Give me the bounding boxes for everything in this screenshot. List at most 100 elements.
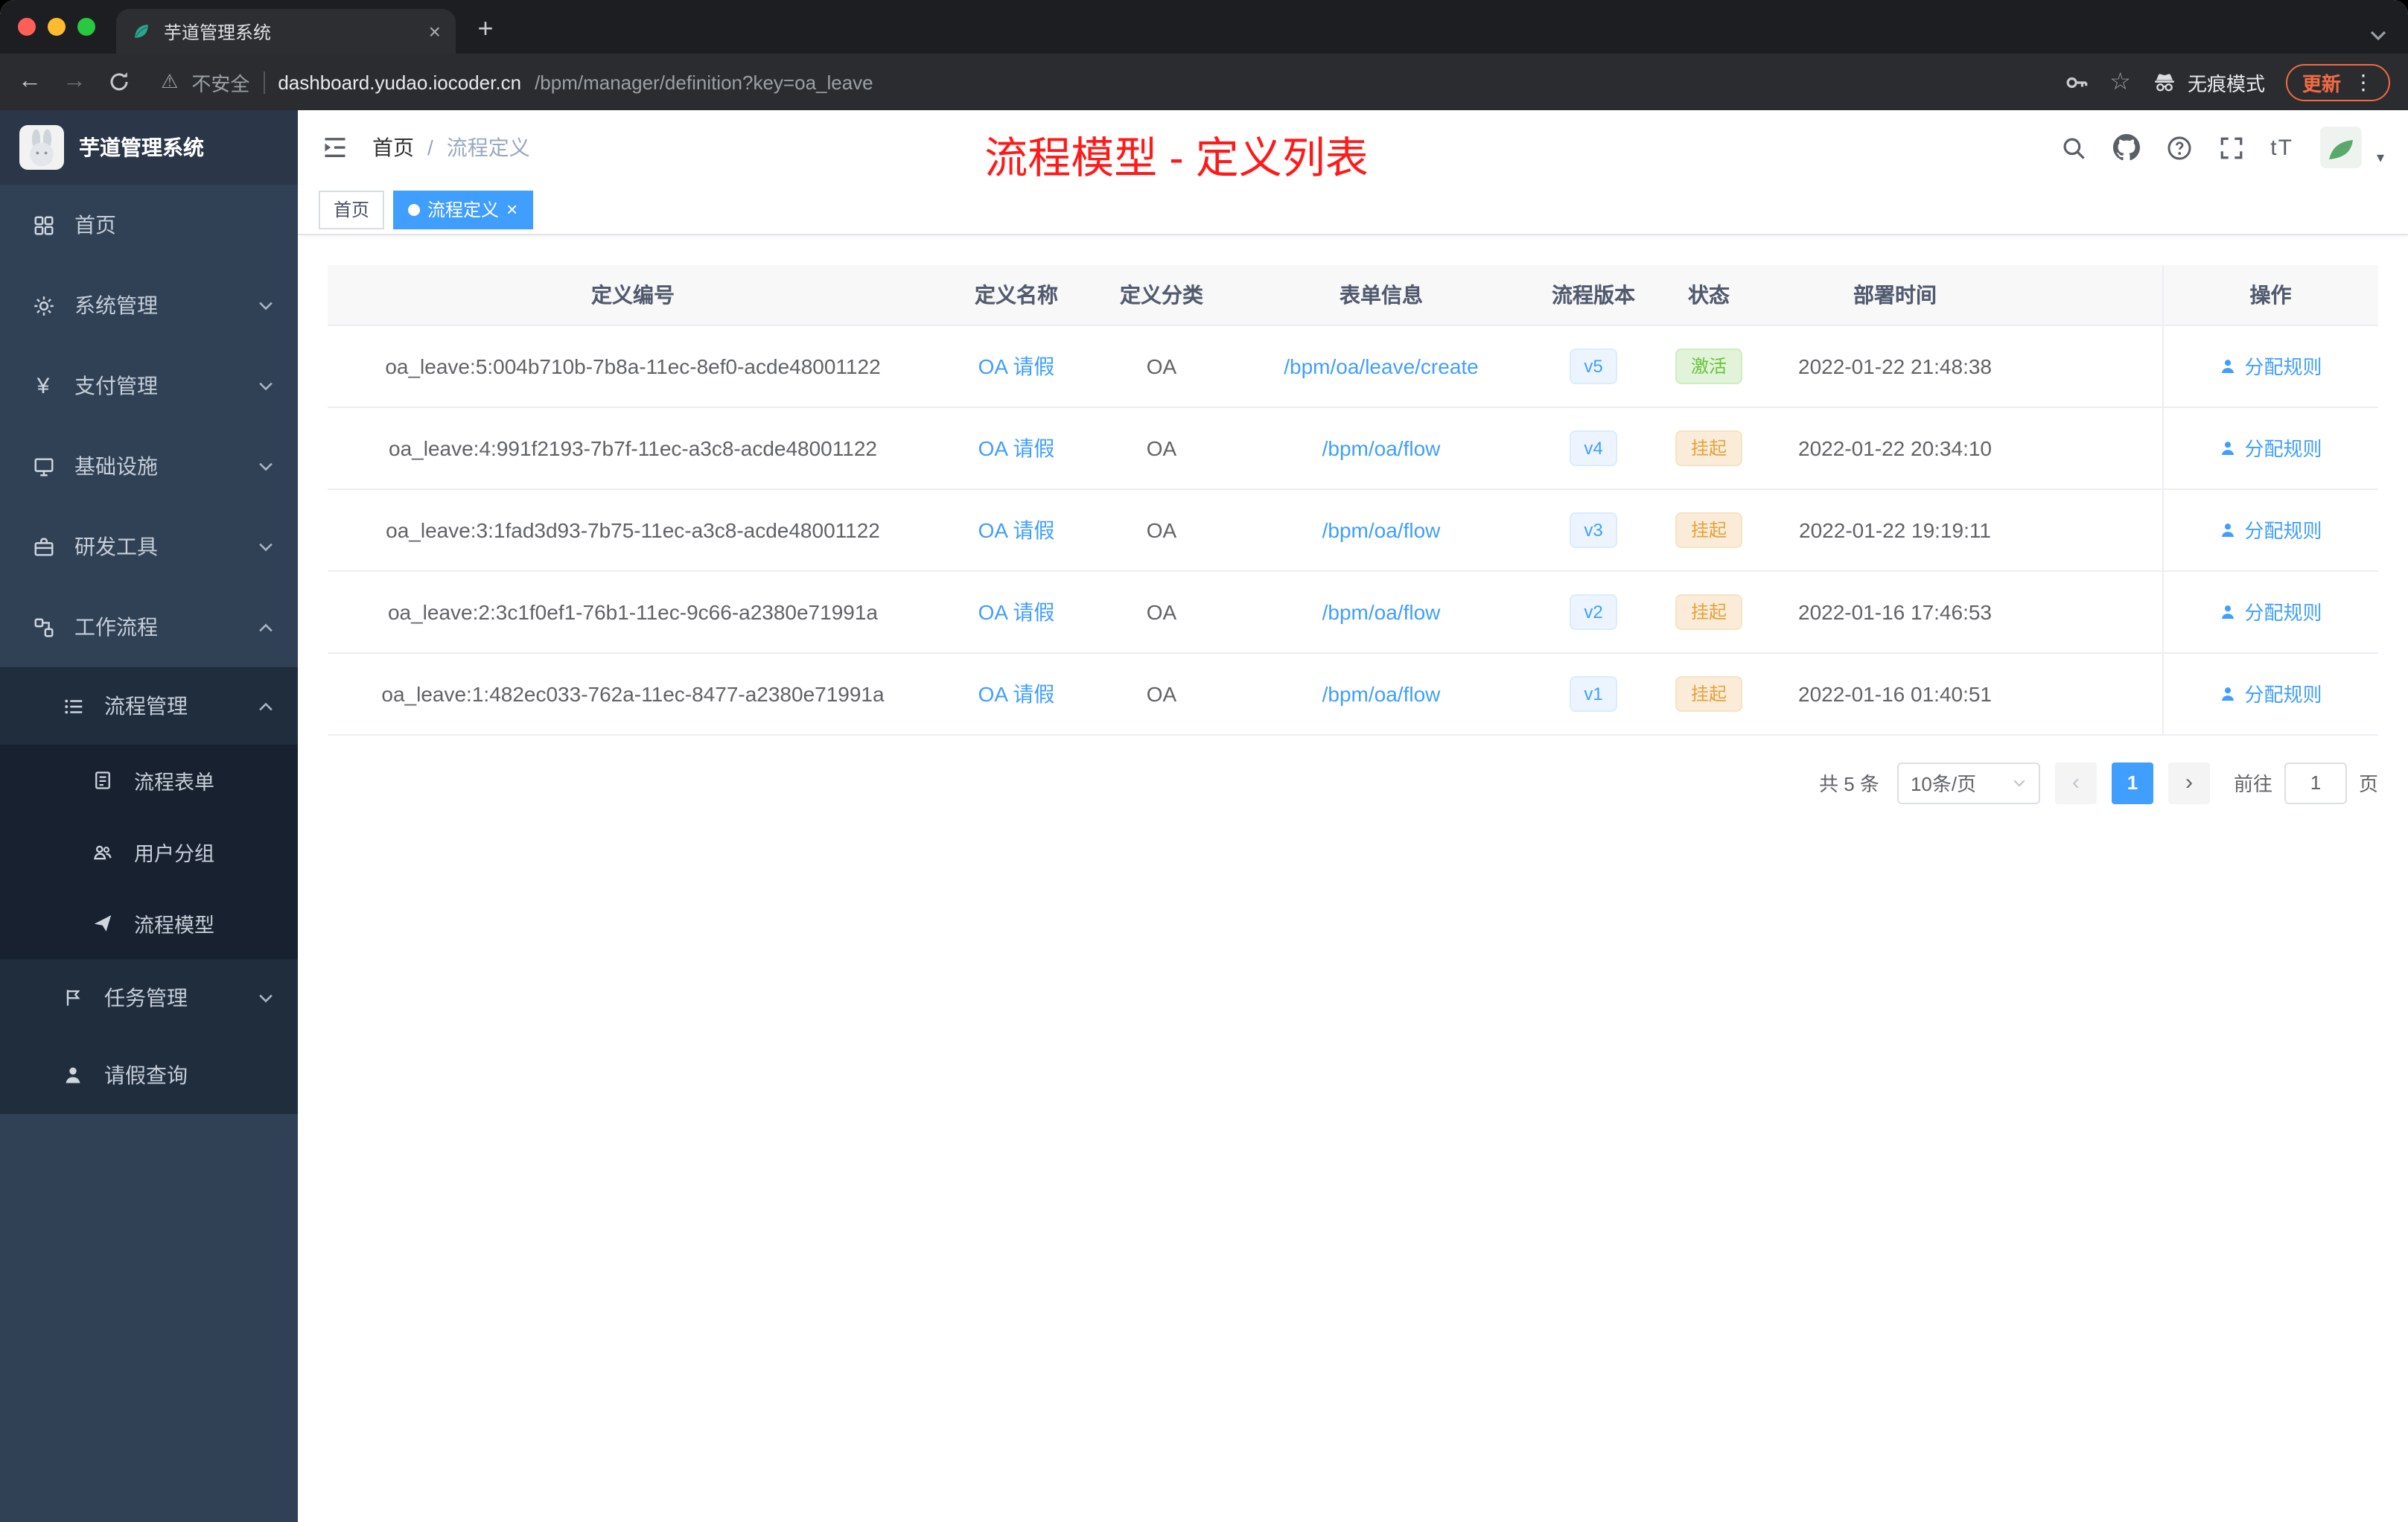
definition-id: oa_leave:2:3c1f0ef1-76b1-11ec-9c66-a2380…: [328, 570, 938, 653]
address-bar[interactable]: ⚠ 不安全 dashboard.yudao.iocoder.cn /bpm/ma…: [161, 68, 2042, 96]
definition-name-link[interactable]: OA 请假: [978, 681, 1055, 705]
definition-name-link[interactable]: OA 请假: [978, 436, 1055, 459]
workflow-icon: [31, 616, 55, 638]
definition-name-link[interactable]: OA 请假: [978, 354, 1055, 378]
form-link[interactable]: /bpm/oa/flow: [1322, 681, 1441, 705]
definition-id: oa_leave:5:004b710b-7b8a-11ec-8ef0-acde4…: [328, 325, 938, 407]
password-key-icon[interactable]: [2063, 69, 2089, 95]
security-label: 不安全: [191, 72, 250, 95]
breadcrumb-home[interactable]: 首页: [372, 133, 414, 162]
user-icon: [2222, 687, 2235, 700]
table-row: oa_leave:1:482ec033-762a-11ec-8477-a2380…: [328, 652, 2378, 735]
definition-table: 定义编号 定义名称 定义分类 表单信息 流程版本 状态 部署时间 操作 oa_l…: [328, 265, 2378, 735]
form-link[interactable]: /bpm/oa/leave/create: [1284, 354, 1479, 378]
assign-rule-link[interactable]: 分配规则: [2219, 515, 2322, 544]
sidebar-item-label: 流程表单: [134, 771, 214, 794]
sidebar-item-dev-tools[interactable]: 研发工具: [0, 506, 298, 587]
sidebar-item-process-form[interactable]: 流程表单: [0, 745, 298, 816]
sidebar-item-home[interactable]: 首页: [0, 185, 298, 265]
assign-rule-link[interactable]: 分配规则: [2219, 679, 2322, 707]
assign-rule-label: 分配规则: [2244, 438, 2322, 460]
sidebar-item-user-group[interactable]: 用户分组: [0, 816, 298, 888]
send-icon: [91, 913, 115, 934]
help-icon[interactable]: [2166, 135, 2191, 160]
search-icon[interactable]: [2060, 135, 2086, 160]
definition-name-link[interactable]: OA 请假: [978, 599, 1055, 623]
dashboard-icon: [31, 214, 55, 236]
page-size-select[interactable]: 10条/页: [1896, 762, 2040, 803]
definition-id: oa_leave:4:991f2193-7b7f-11ec-a3c8-acde4…: [328, 407, 938, 489]
sidebar-item-payment[interactable]: ¥ 支付管理: [0, 346, 298, 426]
github-icon[interactable]: [2112, 134, 2140, 161]
zoom-window-button[interactable]: [77, 18, 95, 36]
browser-menu-icon[interactable]: ⋮: [2353, 69, 2374, 95]
assign-rule-label: 分配规则: [2244, 356, 2322, 378]
form-link[interactable]: /bpm/oa/flow: [1322, 518, 1441, 541]
sidebar-item-process-model[interactable]: 流程模型: [0, 888, 298, 959]
sidebar-item-task-manage[interactable]: 任务管理: [0, 959, 298, 1037]
version-badge[interactable]: v2: [1569, 593, 1618, 629]
back-icon[interactable]: ←: [18, 69, 42, 94]
page-1-button[interactable]: 1: [2111, 762, 2153, 803]
goto-label: 前往: [2233, 773, 2272, 795]
definition-name-link[interactable]: OA 请假: [978, 518, 1055, 541]
hamburger-icon[interactable]: [322, 134, 348, 161]
avatar-caret-icon[interactable]: ▾: [2377, 150, 2384, 166]
sidebar-item-infrastructure[interactable]: 基础设施: [0, 426, 298, 506]
tag-close-icon[interactable]: ×: [506, 200, 517, 219]
bookmark-star-icon[interactable]: ☆: [2109, 67, 2131, 97]
tag-process-definition[interactable]: 流程定义 ×: [393, 190, 533, 229]
sidebar-item-workflow[interactable]: 工作流程: [0, 587, 298, 667]
app-logo[interactable]: 芋道管理系统: [0, 110, 298, 185]
fullscreen-icon[interactable]: [2218, 135, 2243, 160]
tab-close-icon[interactable]: ×: [429, 21, 441, 42]
status-badge: 挂起: [1675, 675, 1742, 711]
minimize-window-button[interactable]: [48, 18, 66, 36]
user-avatar[interactable]: [2319, 127, 2362, 168]
incognito-label: 无痕模式: [2187, 72, 2265, 95]
definition-category: OA: [1095, 488, 1229, 571]
form-link[interactable]: /bpm/oa/flow: [1322, 599, 1441, 623]
col-header-version: 流程版本: [1534, 265, 1653, 325]
sidebar-item-label: 用户分组: [134, 843, 214, 865]
col-header-id: 定义编号: [328, 265, 938, 325]
person-icon: [61, 1065, 85, 1086]
form-link[interactable]: /bpm/oa/flow: [1322, 436, 1441, 459]
version-badge[interactable]: v4: [1569, 430, 1618, 465]
chevron-down-icon: [259, 542, 273, 551]
breadcrumb: 首页 / 流程定义: [372, 133, 530, 162]
spacer-cell: [2025, 325, 2162, 407]
browser-tab[interactable]: 芋道管理系统 ×: [116, 9, 456, 54]
goto-page-input[interactable]: [2284, 762, 2347, 803]
update-button[interactable]: 更新 ⋮: [2285, 63, 2390, 101]
chevron-down-icon: [2013, 779, 2025, 786]
table-row: oa_leave:3:1fad3d93-7b75-11ec-a3c8-acde4…: [328, 488, 2378, 571]
prev-page-button[interactable]: ‹: [2054, 762, 2097, 803]
close-window-button[interactable]: [18, 18, 36, 36]
tag-label: 流程定义: [427, 200, 500, 220]
sidebar-item-system[interactable]: 系统管理: [0, 265, 298, 346]
next-page-button[interactable]: ›: [2167, 762, 2210, 803]
new-tab-button[interactable]: +: [465, 7, 506, 49]
sidebar-item-process-manage[interactable]: 流程管理: [0, 667, 298, 745]
assign-rule-link[interactable]: 分配规则: [2219, 351, 2322, 380]
version-badge[interactable]: v5: [1569, 348, 1618, 383]
version-badge[interactable]: v1: [1569, 675, 1618, 711]
col-header-category: 定义分类: [1095, 265, 1229, 325]
update-label: 更新: [2302, 72, 2341, 95]
forward-icon[interactable]: →: [63, 69, 86, 94]
version-badge[interactable]: v3: [1569, 512, 1618, 547]
assign-rule-link[interactable]: 分配规则: [2219, 433, 2322, 462]
status-badge: 挂起: [1675, 430, 1742, 465]
tag-home[interactable]: 首页: [319, 190, 385, 229]
col-header-status: 状态: [1653, 265, 1765, 325]
sidebar-item-leave-query[interactable]: 请假查询: [0, 1037, 298, 1114]
tab-search-icon[interactable]: [2369, 30, 2387, 42]
user-group-icon: [91, 841, 115, 862]
definition-category: OA: [1095, 407, 1229, 489]
reload-icon[interactable]: [107, 70, 131, 94]
font-size-icon[interactable]: tT: [2270, 135, 2293, 160]
sidebar-item-label: 首页: [74, 213, 116, 237]
assign-rule-link[interactable]: 分配规则: [2219, 597, 2322, 625]
status-badge: 挂起: [1675, 593, 1742, 629]
